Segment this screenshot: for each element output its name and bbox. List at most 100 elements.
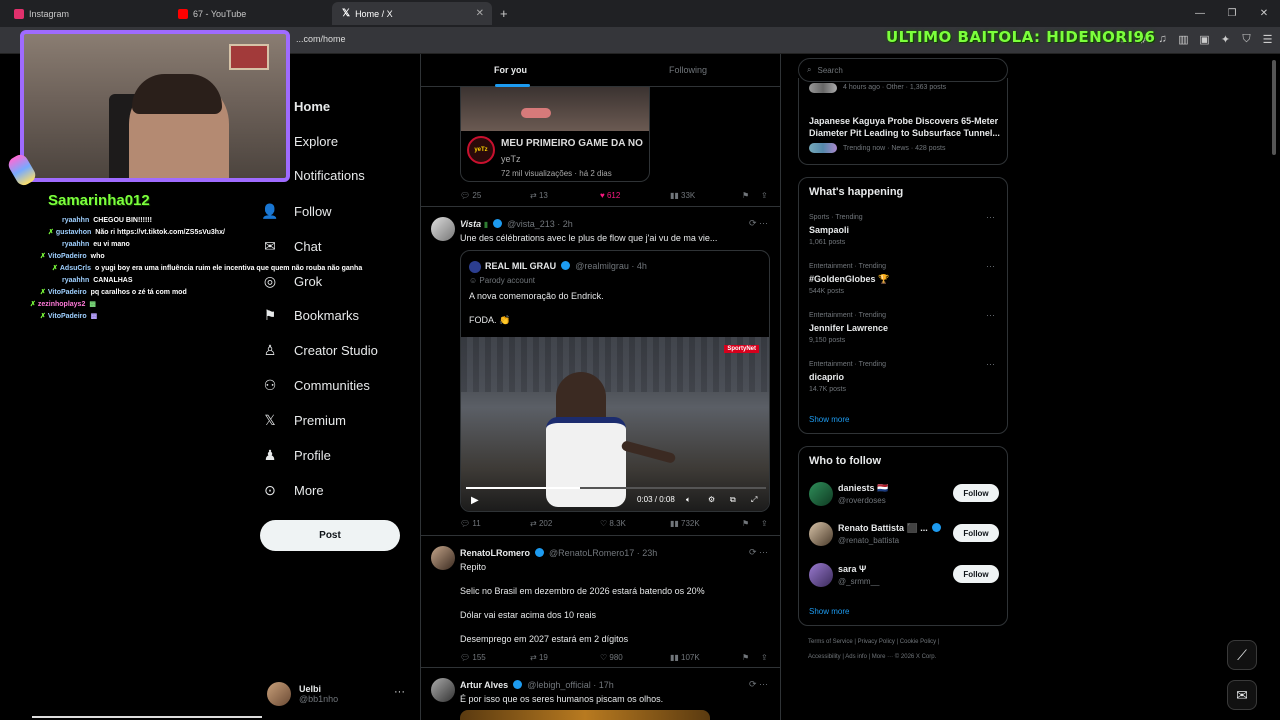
nav-creator-studio[interactable]: ♙ Creator Studio — [260, 335, 378, 365]
sparkle-icon[interactable]: ✦ — [1219, 33, 1232, 46]
new-tab-button[interactable]: + — [500, 6, 508, 21]
news-headline[interactable]: Diameter Pit Leading to Subsurface Tunne… — [809, 128, 1000, 138]
fullscreen-icon[interactable]: ⤢ — [751, 495, 757, 505]
menu-icon[interactable]: ☰ — [1261, 33, 1274, 46]
trend-name[interactable]: Jennifer Lawrence — [809, 323, 888, 333]
settings-icon[interactable]: ⚙ — [708, 495, 715, 504]
tab-youtube[interactable]: 67 - YouTube — [168, 2, 328, 25]
trend-name[interactable]: Sampaoli — [809, 225, 849, 235]
account-switcher[interactable]: Uelbi @bb1nho ··· — [267, 678, 415, 710]
reply-button[interactable]: 💬︎ 11 — [460, 519, 481, 528]
shield-icon[interactable]: ⛉ — [1240, 33, 1253, 46]
reply-button[interactable]: 💬︎ 25 — [460, 191, 481, 200]
quote-text: A nova comemoração do Endrick. — [469, 291, 604, 301]
author-handle: @lebigh_official · 17h — [527, 680, 614, 690]
views-count[interactable]: ▮▮ 33K — [670, 191, 695, 200]
more-options-icon[interactable]: ··· — [394, 686, 405, 698]
trend-name[interactable]: #GoldenGlobes 🏆 — [809, 274, 889, 285]
parody-label: ☺ Parody account — [469, 276, 535, 285]
wallet-icon[interactable]: ▣ — [1198, 33, 1211, 46]
tab-following[interactable]: Following — [669, 65, 707, 75]
tweet[interactable]: RenatoLRomero @RenatoLRomero17 · 23h ⟳ ·… — [421, 536, 780, 668]
quoted-tweet[interactable]: REAL MIL GRAU @realmilgrau · 4h ☺ Parody… — [460, 250, 770, 512]
quote-author-name[interactable]: REAL MIL GRAU — [485, 261, 556, 271]
moderator-badge-icon: ✗ — [30, 301, 36, 308]
video-progress[interactable] — [466, 487, 580, 489]
share-icon[interactable]: ⇪ — [761, 191, 768, 200]
chat-user: zezinhoplays2 — [37, 301, 86, 308]
views-count[interactable]: ▮▮ 732K — [670, 519, 700, 528]
picture-in-picture-icon[interactable]: ⧉ — [730, 495, 736, 505]
trend-name[interactable]: dicaprio — [809, 372, 844, 382]
author-name[interactable]: Vista — [460, 219, 481, 229]
retweet-button[interactable]: ⇄ 202 — [530, 519, 552, 528]
views-count[interactable]: ▮▮ 107K — [670, 653, 700, 662]
close-tab-icon[interactable]: ✕ — [476, 8, 484, 19]
nav-premium[interactable]: 𝕏 Premium — [260, 405, 346, 435]
video-card[interactable]: yeTz MEU PRIMEIRO GAME DA NO yeTz 72 mil… — [460, 86, 650, 182]
bookmark-icon[interactable]: ⚑ — [742, 191, 749, 200]
follow-button[interactable]: Follow — [953, 524, 999, 542]
like-button[interactable]: ♡ 8.3K — [600, 519, 626, 528]
volume-icon[interactable]: 🔈︎ — [686, 495, 691, 505]
follow-suggestion[interactable]: Renato Battista ⬛ ... @renato_battista F… — [809, 522, 999, 550]
like-button[interactable]: ♡ 980 — [600, 653, 623, 662]
video-player[interactable]: SportyNet ▶ 0:03 / 0:08 🔈︎ ⚙ ⧉ ⤢ — [461, 337, 769, 511]
more-options-icon[interactable]: ··· — [986, 359, 995, 369]
bookmark-icon[interactable]: ⚑ — [742, 653, 749, 662]
sidebar-icon[interactable]: ▥ — [1177, 33, 1190, 46]
play-icon[interactable]: ▶ — [471, 495, 479, 506]
footer-links[interactable]: Accessibility | Ads info | More ··· © 20… — [808, 654, 936, 660]
nav-communities[interactable]: ⚇ Communities — [260, 370, 370, 400]
retweet-button[interactable]: ⇄ 19 — [530, 653, 548, 662]
more-options-icon[interactable]: ⟳ ··· — [749, 218, 768, 229]
nav-profile[interactable]: ♟ Profile — [260, 440, 331, 470]
tab-instagram[interactable]: Instagram — [4, 2, 164, 25]
like-button[interactable]: ♥ 612 — [600, 191, 620, 200]
page-scrollbar[interactable] — [1272, 60, 1276, 155]
tab-x-home[interactable]: 𝕏 Home / X ✕ — [332, 2, 492, 25]
grok-button[interactable]: ⟋ — [1227, 640, 1257, 670]
restore-button[interactable]: ❐ — [1216, 0, 1248, 27]
messages-button[interactable]: ✉ — [1227, 680, 1257, 710]
more-options-icon[interactable]: ⟳ ··· — [749, 547, 768, 558]
quote-author-handle: @realmilgrau · 4h — [575, 261, 647, 271]
nav-more[interactable]: ⊙ More — [260, 475, 324, 505]
tab-for-you[interactable]: For you — [494, 65, 527, 75]
follow-button[interactable]: Follow — [953, 565, 999, 583]
more-options-icon[interactable]: ··· — [986, 310, 995, 320]
author-name[interactable]: Artur Alves — [460, 680, 508, 690]
tweet-actions: 💬︎ 155 ⇄ 19 ♡ 980 ▮▮ 107K ⚑ ⇪ — [460, 653, 770, 665]
share-icon[interactable]: ⇪ — [761, 653, 768, 662]
retweet-button[interactable]: ⇄ 13 — [530, 191, 548, 200]
tweet-text: Dólar vai estar acima dos 10 reais — [460, 610, 597, 620]
post-button[interactable]: Post — [260, 520, 400, 551]
show-more-link[interactable]: Show more — [809, 607, 849, 616]
share-icon[interactable]: ⇪ — [761, 519, 768, 528]
verified-icon — [512, 680, 522, 689]
footer-links[interactable]: Terms of Service | Privacy Policy | Cook… — [808, 639, 939, 645]
creator-icon: ♙ — [263, 341, 277, 358]
follow-suggestion[interactable]: sara Ψ @_srmm__ Follow — [809, 563, 999, 591]
more-options-icon[interactable]: ⟳ ··· — [749, 679, 768, 690]
chat-message: ryaahhn CANALHAS — [30, 275, 370, 287]
avatar-stack — [809, 83, 837, 93]
music-icon[interactable]: ♫ — [1156, 33, 1169, 46]
media-preview[interactable] — [460, 710, 710, 720]
chat-message: ✗ VitoPadeiro who — [30, 251, 370, 263]
more-options-icon[interactable]: ··· — [986, 261, 995, 271]
more-options-icon[interactable]: ··· — [986, 212, 995, 222]
minimize-button[interactable]: — — [1184, 0, 1216, 27]
bookmark-icon[interactable]: ⚑ — [742, 519, 749, 528]
tweet[interactable]: Vista ▮ @vista_213 · 2h ⟳ ··· Une des cé… — [421, 207, 780, 536]
news-headline[interactable]: Japanese Kaguya Probe Discovers 65-Meter — [809, 116, 998, 126]
tweet[interactable]: Artur Alves @lebigh_official · 17h ⟳ ···… — [421, 668, 780, 720]
author-name[interactable]: RenatoLRomero — [460, 548, 530, 558]
url-field[interactable]: ...com/home — [296, 34, 346, 44]
follow-button[interactable]: Follow — [953, 484, 999, 502]
reply-button[interactable]: 💬︎ 155 — [460, 653, 486, 662]
show-more-link[interactable]: Show more — [809, 415, 849, 424]
chat-text: CHEGOU BIN!!!!!! — [93, 217, 152, 224]
follow-suggestion[interactable]: daniests 🇳🇱 @roverdoses Follow — [809, 482, 999, 510]
close-window-button[interactable]: ✕ — [1248, 0, 1280, 27]
